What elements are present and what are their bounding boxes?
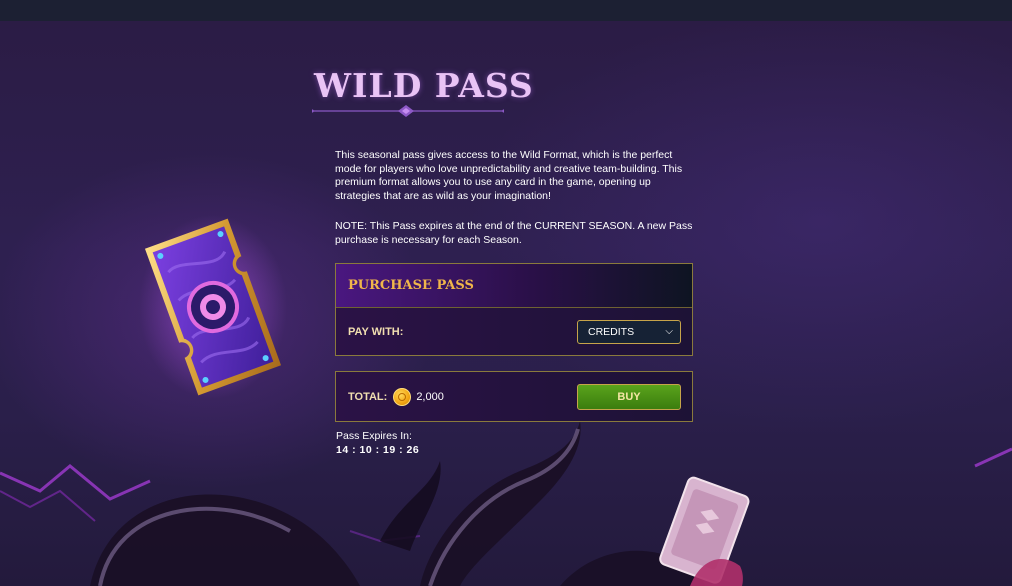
title-divider-ornament xyxy=(312,105,504,117)
pass-expiry-note: NOTE: This Pass expires at the end of th… xyxy=(335,220,693,246)
pay-with-row: PAY WITH: CREDITS ⌵ xyxy=(336,308,692,355)
purchase-pass-title: PURCHASE PASS xyxy=(348,278,474,293)
pass-expiry-timer: Pass Expires In: 14 : 10 : 19 : 26 xyxy=(336,429,419,457)
pay-with-label: PAY WITH: xyxy=(348,325,404,338)
purchase-pass-panel: PURCHASE PASS PAY WITH: CREDITS ⌵ xyxy=(335,263,693,356)
credit-coin-icon xyxy=(393,387,412,406)
chevron-down-icon: ⌵ xyxy=(665,325,673,337)
top-bar xyxy=(0,0,1012,21)
pass-description: This seasonal pass gives access to the W… xyxy=(335,149,683,202)
total-label: TOTAL: xyxy=(348,390,388,403)
purchase-pass-header: PURCHASE PASS xyxy=(336,264,692,308)
wild-pass-ticket-image xyxy=(139,215,287,399)
payment-method-value: CREDITS xyxy=(588,325,635,338)
total-summary: TOTAL: 2,000 xyxy=(348,387,444,406)
total-panel: TOTAL: 2,000 BUY xyxy=(335,371,693,422)
payment-method-select[interactable]: CREDITS ⌵ xyxy=(577,319,681,344)
total-amount: 2,000 xyxy=(416,390,444,403)
buy-button[interactable]: BUY xyxy=(577,383,681,410)
pass-expires-label: Pass Expires In: xyxy=(336,430,412,442)
page-title: WILD PASS xyxy=(314,66,534,105)
pass-expires-countdown: 14 : 10 : 19 : 26 xyxy=(336,444,420,456)
